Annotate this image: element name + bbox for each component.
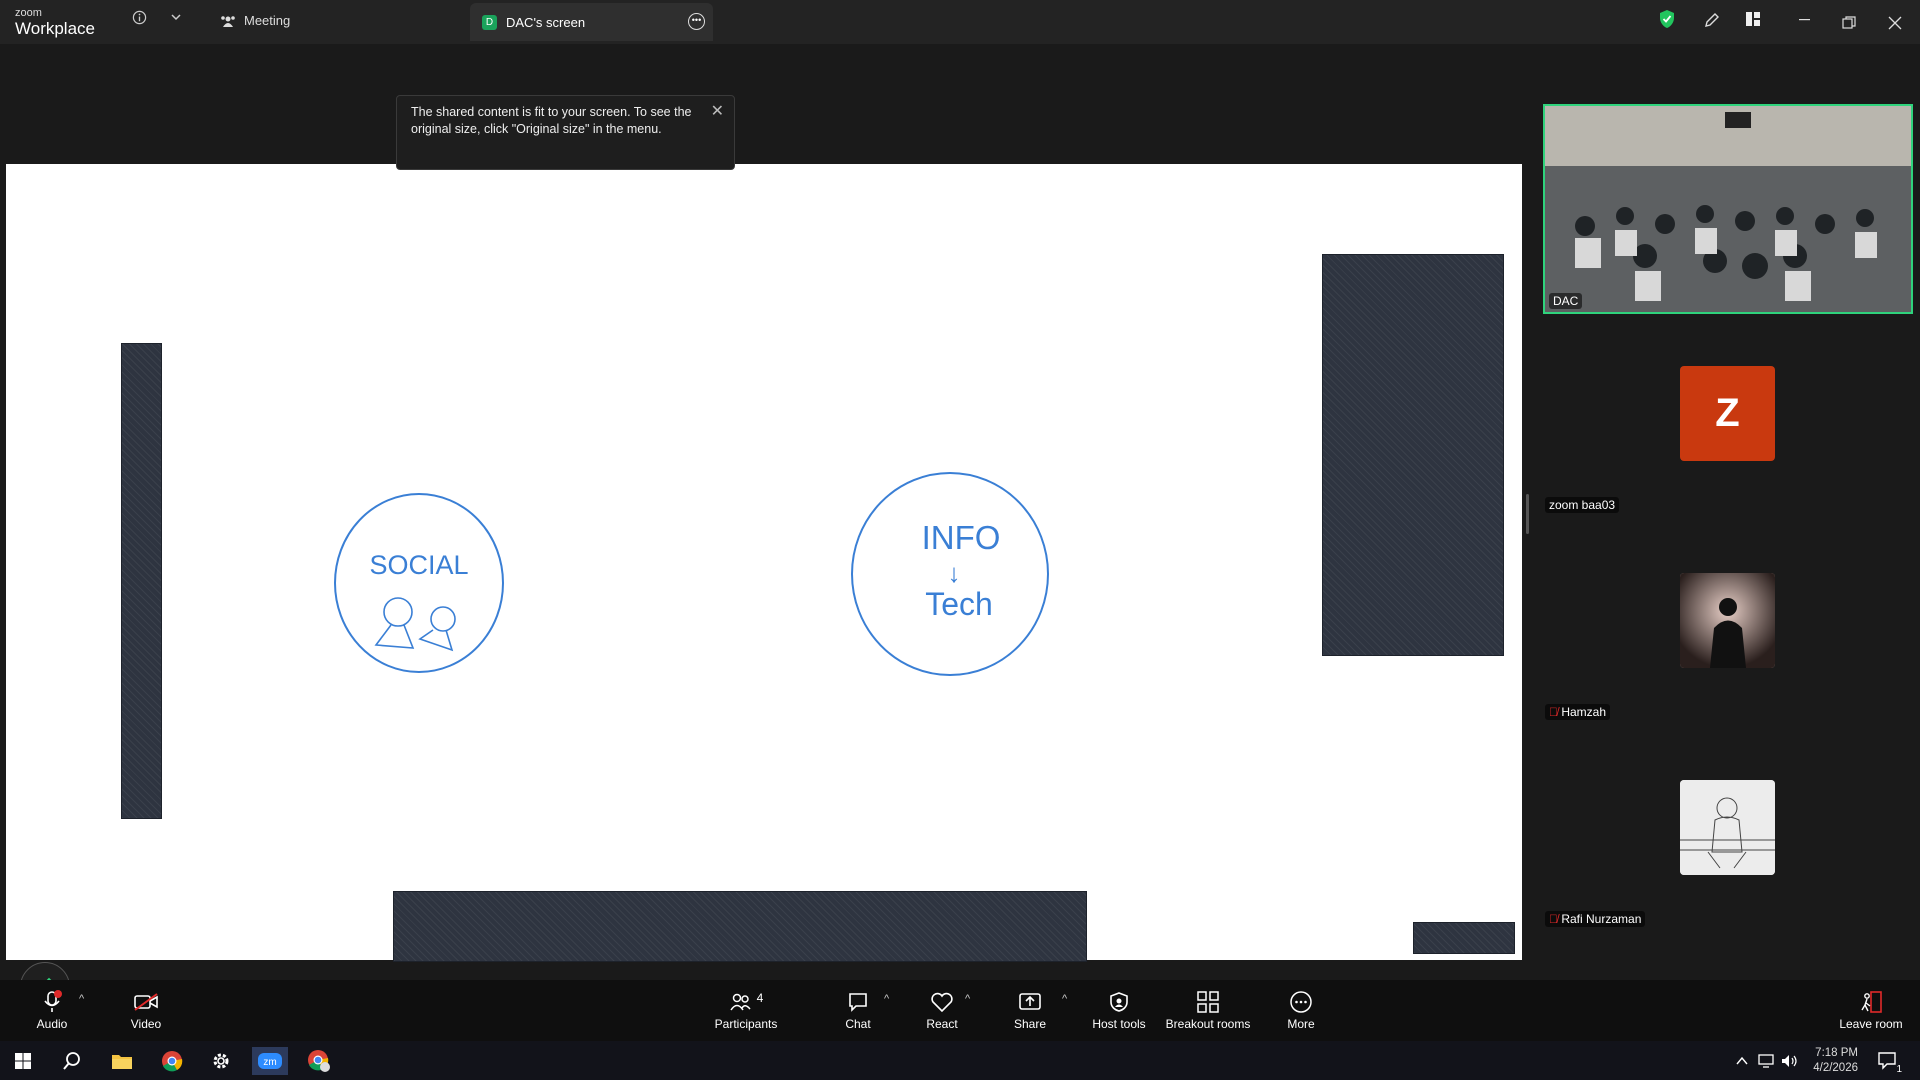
more-button[interactable]: More [1284,990,1318,1031]
notification-count: 1 [1896,1064,1902,1075]
leave-room-label: Leave room [1839,1017,1903,1031]
share-tab-label: DAC's screen [506,15,586,30]
annotate-pencil-icon[interactable] [1703,11,1721,34]
meeting-people-icon [221,15,235,27]
shared-screen-area: SOCIAL INFO ↓ Tech The shared content is… [0,44,1535,1012]
leave-door-icon [1861,991,1882,1013]
minimize-icon[interactable] [1798,8,1812,33]
avatar-zoom-baa03: Z [1680,366,1775,461]
participants-count: 4 [756,991,764,1005]
audio-label: Audio [36,1017,68,1031]
participant-name-dac: DAC [1549,293,1583,309]
silhouette-photo [1680,573,1775,668]
video-label: Video [130,1017,162,1031]
more-label: More [1287,1017,1315,1031]
info-text: INFO [922,519,1001,556]
participant-name-rafi-label: Rafi Nurzaman [1561,912,1642,926]
chevron-down-icon[interactable] [170,10,182,26]
file-explorer-icon[interactable] [108,1047,136,1075]
avatar-hamzah [1680,573,1775,668]
system-clock[interactable]: 7:18 PM 4/2/2026 [1813,1046,1858,1076]
meeting-label: Meeting [244,13,291,28]
chrome-icon[interactable] [158,1047,186,1075]
people-doodle-icon [374,597,456,652]
react-label: React [926,1017,958,1031]
host-shield-icon [1110,992,1128,1012]
social-circle [334,493,504,673]
participants-icon [730,993,751,1011]
host-tools-label: Host tools [1092,1017,1146,1031]
chat-button[interactable]: Chat [840,990,876,1031]
shield-icon[interactable] [1658,9,1676,34]
share-options-caret[interactable]: ^ [1062,993,1067,1005]
zoom-logo: zoom Workplace [15,7,95,38]
tech-text: Tech [925,586,993,622]
whiteboard-drawing: SOCIAL INFO ↓ Tech [334,472,1049,676]
meeting-toolbar: Audio ^ Video 4 Participants Chat ^ Reac… [0,980,1920,1041]
panel-resize-handle[interactable] [1526,494,1529,534]
chat-icon [849,993,867,1012]
title-bar: zoom Workplace Meeting D DAC's screen ••… [0,0,1920,44]
heart-icon [931,992,953,1013]
search-icon[interactable] [58,1047,86,1075]
leave-room-button[interactable]: Leave room [1838,990,1904,1031]
breakout-rooms-label: Breakout rooms [1165,1017,1251,1031]
participants-label: Participants [714,1017,778,1031]
layout-view-icon[interactable] [1745,11,1761,32]
audio-options-caret[interactable]: ^ [79,993,84,1005]
tooltip-message: The shared content is fit to your screen… [411,105,692,136]
volume-icon[interactable] [1776,1047,1804,1075]
windows-taskbar: zm 7:18 PM 4/2/2026 1 [0,1041,1920,1080]
participant-name-hamzah: 🎙̸ Hamzah [1545,704,1611,720]
social-text: SOCIAL [369,550,468,580]
chat-options-caret[interactable]: ^ [884,993,889,1005]
whiteboard-canvas: SOCIAL INFO ↓ Tech [6,164,1522,962]
info-icon[interactable] [132,10,147,28]
participants-button[interactable]: 4 Participants [708,990,784,1031]
audio-button[interactable]: Audio [30,990,74,1031]
more-options-icon[interactable]: ••• [688,13,705,30]
zoom-taskbar-icon[interactable]: zm [252,1047,288,1075]
chrome-profile-icon[interactable] [305,1047,333,1075]
close-icon[interactable] [1888,14,1902,35]
video-off-icon [134,993,158,1011]
react-button[interactable]: React [922,990,962,1031]
restore-icon[interactable] [1842,14,1856,35]
tooltip-close-icon[interactable]: ✕ [711,101,724,121]
participant-name-zoom-baa03: zoom baa03 [1545,497,1620,513]
share-screen-icon [1019,993,1041,1010]
logo-small-text: zoom [15,7,42,19]
host-tools-button[interactable]: Host tools [1088,990,1150,1031]
video-button[interactable]: Video [124,990,168,1031]
share-label: Share [1013,1017,1047,1031]
settings-gear-icon[interactable] [207,1047,235,1075]
microphone-icon [44,990,62,1012]
muted-mic-icon: 🎙̸ [1549,912,1558,926]
logo-big-text: Workplace [15,19,95,38]
fit-screen-tooltip: The shared content is fit to your screen… [396,95,735,170]
notification-icon[interactable]: 1 [1874,1047,1902,1075]
classroom-video-feed [1545,106,1911,312]
manga-photo [1680,780,1775,875]
share-badge: D [482,15,497,30]
clock-date: 4/2/2026 [1813,1062,1858,1074]
react-options-caret[interactable]: ^ [965,993,970,1005]
breakout-grid-icon [1197,991,1219,1013]
muted-mic-icon: 🎙̸ [1549,705,1558,719]
clock-time: 7:18 PM [1815,1047,1858,1059]
share-tab[interactable]: D DAC's screen ••• [470,3,713,41]
participant-name-hamzah-label: Hamzah [1561,705,1607,719]
down-arrow-glyph: ↓ [948,558,961,588]
participant-name-rafi: 🎙̸ Rafi Nurzaman [1545,911,1646,927]
breakout-rooms-button[interactable]: Breakout rooms [1164,990,1252,1031]
svg-text:zm: zm [263,1057,276,1068]
video-tile-dac[interactable]: DAC [1543,104,1913,314]
meeting-tab[interactable]: Meeting [220,13,290,28]
avatar-rafi-nurzaman [1680,780,1775,875]
more-dots-icon [1290,991,1312,1013]
chat-label: Chat [845,1017,871,1031]
windows-start-icon[interactable] [9,1047,37,1075]
share-button[interactable]: Share [1010,990,1050,1031]
